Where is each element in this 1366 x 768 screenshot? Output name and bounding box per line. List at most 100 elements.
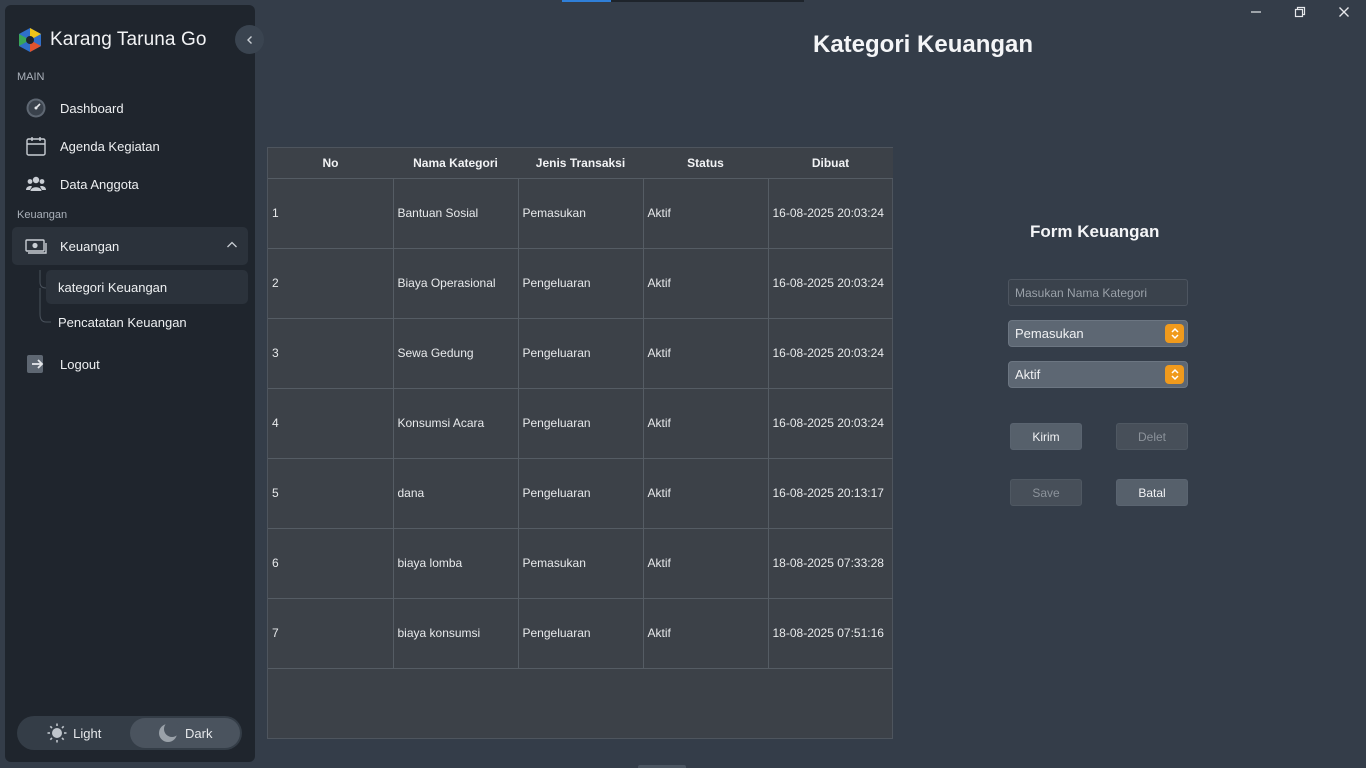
cell-nama-kategori: Sewa Gedung xyxy=(393,318,519,389)
chevron-up-icon[interactable] xyxy=(226,239,238,251)
section-label-main: MAIN xyxy=(17,71,45,83)
cell-status: Aktif xyxy=(643,248,769,319)
cell-jenis-transaksi: Pengeluaran xyxy=(518,458,644,529)
kirim-button[interactable]: Kirim xyxy=(1010,423,1082,450)
restore-button[interactable] xyxy=(1278,0,1322,24)
window-drag-bar-highlight xyxy=(562,0,611,2)
select-arrows-icon xyxy=(1165,324,1184,343)
cell-nama-kategori: biaya lomba xyxy=(393,528,519,599)
cell-status: Aktif xyxy=(643,598,769,669)
theme-light-label: Light xyxy=(73,725,102,741)
table-row[interactable]: 6 biaya lomba Pemasukan Aktif 18-08-2025… xyxy=(268,528,893,599)
delet-button[interactable]: Delet xyxy=(1116,423,1188,450)
cell-nama-kategori: biaya konsumsi xyxy=(393,598,519,669)
cell-no: 3 xyxy=(268,318,394,389)
theme-option-light[interactable]: Light xyxy=(19,718,130,748)
theme-toggle[interactable]: Light Dark xyxy=(17,716,242,750)
cell-status: Aktif xyxy=(643,528,769,599)
cell-status: Aktif xyxy=(643,178,769,249)
sidebar-item-keuangan[interactable]: Keuangan xyxy=(12,227,248,265)
window-drag-bar[interactable] xyxy=(562,0,804,2)
cell-nama-kategori: Bantuan Sosial xyxy=(393,178,519,249)
moon-icon xyxy=(157,722,180,744)
column-header-jenis-transaksi[interactable]: Jenis Transaksi xyxy=(518,148,643,179)
batal-button[interactable]: Batal xyxy=(1116,479,1188,506)
cell-dibuat: 16-08-2025 20:03:24 xyxy=(768,248,893,319)
sidebar-item-label: Logout xyxy=(60,356,100,372)
table-row[interactable]: 2 Biaya Operasional Pengeluaran Aktif 16… xyxy=(268,248,893,319)
cell-dibuat: 16-08-2025 20:13:17 xyxy=(768,458,893,529)
table-row[interactable]: 7 biaya konsumsi Pengeluaran Aktif 18-08… xyxy=(268,598,893,669)
cell-no: 4 xyxy=(268,388,394,459)
cell-jenis-transaksi: Pengeluaran xyxy=(518,318,644,389)
sidebar-item-data-anggota[interactable]: Data Anggota xyxy=(12,165,248,203)
column-header-status[interactable]: Status xyxy=(643,148,768,179)
table-row[interactable]: 5 dana Pengeluaran Aktif 16-08-2025 20:1… xyxy=(268,458,893,529)
page-title: Kategori Keuangan xyxy=(813,31,1034,58)
kategori-table[interactable]: No Nama Kategori Jenis Transaksi Status … xyxy=(267,147,893,739)
save-button[interactable]: Save xyxy=(1010,479,1082,506)
sidebar-item-logout[interactable]: Logout xyxy=(12,345,248,383)
cell-no: 2 xyxy=(268,248,394,319)
submenu-item-kategori-keuangan[interactable]: kategori Keuangan xyxy=(46,270,248,304)
table-row[interactable]: 4 Konsumsi Acara Pengeluaran Aktif 16-08… xyxy=(268,388,893,459)
column-header-dibuat[interactable]: Dibuat xyxy=(768,148,893,179)
sidebar-item-label: Keuangan xyxy=(60,238,120,254)
theme-option-dark[interactable]: Dark xyxy=(129,718,240,748)
dashboard-gauge-icon xyxy=(25,97,47,119)
select-arrows-icon xyxy=(1165,365,1184,384)
chevron-left-icon xyxy=(246,35,252,44)
sidebar-item-dashboard[interactable]: Dashboard xyxy=(12,89,248,127)
cell-no: 7 xyxy=(268,598,394,669)
cell-status: Aktif xyxy=(643,458,769,529)
app-title: Karang Taruna Go xyxy=(50,29,207,50)
window-controls xyxy=(1234,0,1366,24)
cell-jenis-transaksi: Pengeluaran xyxy=(518,598,644,669)
sidebar-item-label: Data Anggota xyxy=(60,176,139,192)
minimize-icon xyxy=(1251,11,1261,13)
close-icon xyxy=(1339,7,1349,17)
cell-no: 5 xyxy=(268,458,394,529)
column-header-no[interactable]: No xyxy=(268,148,393,179)
submenu-item-pencatatan-keuangan[interactable]: Pencatatan Keuangan xyxy=(46,305,248,339)
section-label-keuangan: Keuangan xyxy=(17,209,68,221)
status-select[interactable]: Aktif xyxy=(1008,361,1188,388)
sidebar-collapse-button[interactable] xyxy=(235,25,264,54)
cell-jenis-transaksi: Pengeluaran xyxy=(518,388,644,459)
table-row[interactable]: 1 Bantuan Sosial Pemasukan Aktif 16-08-2… xyxy=(268,178,893,249)
users-icon xyxy=(25,173,47,195)
restore-icon xyxy=(1294,6,1306,18)
jenis-transaksi-select[interactable]: Pemasukan xyxy=(1008,320,1188,347)
cell-jenis-transaksi: Pemasukan xyxy=(518,178,644,249)
nama-kategori-input[interactable] xyxy=(1008,279,1188,306)
cell-dibuat: 18-08-2025 07:33:28 xyxy=(768,528,893,599)
sidebar-item-label: Agenda Kegiatan xyxy=(60,138,160,154)
column-header-nama-kategori[interactable]: Nama Kategori xyxy=(393,148,518,179)
minimize-button[interactable] xyxy=(1234,0,1278,24)
table-row[interactable]: 3 Sewa Gedung Pengeluaran Aktif 16-08-20… xyxy=(268,318,893,389)
sidebar-item-agenda[interactable]: Agenda Kegiatan xyxy=(12,127,248,165)
theme-dark-label: Dark xyxy=(185,725,213,741)
app-logo-icon xyxy=(19,28,41,52)
cell-dibuat: 16-08-2025 20:03:24 xyxy=(768,388,893,459)
jenis-transaksi-value: Pemasukan xyxy=(1015,326,1084,341)
logout-icon xyxy=(25,353,47,375)
cell-status: Aktif xyxy=(643,318,769,389)
status-value: Aktif xyxy=(1015,367,1041,382)
cell-dibuat: 16-08-2025 20:03:24 xyxy=(768,178,893,249)
cell-dibuat: 18-08-2025 07:51:16 xyxy=(768,598,893,669)
cell-nama-kategori: Biaya Operasional xyxy=(393,248,519,319)
sun-icon xyxy=(47,723,67,743)
money-icon xyxy=(25,235,47,257)
form-title: Form Keuangan xyxy=(1030,222,1160,241)
cell-no: 6 xyxy=(268,528,394,599)
cell-nama-kategori: Konsumsi Acara xyxy=(393,388,519,459)
cell-jenis-transaksi: Pengeluaran xyxy=(518,248,644,319)
cell-nama-kategori: dana xyxy=(393,458,519,529)
table-header-row: No Nama Kategori Jenis Transaksi Status … xyxy=(268,148,893,179)
cell-jenis-transaksi: Pemasukan xyxy=(518,528,644,599)
brand: Karang Taruna Go xyxy=(17,27,207,53)
close-button[interactable] xyxy=(1322,0,1366,24)
sidebar: Karang Taruna Go MAIN Dashboard Agenda K… xyxy=(5,5,255,762)
calendar-icon xyxy=(25,135,47,157)
